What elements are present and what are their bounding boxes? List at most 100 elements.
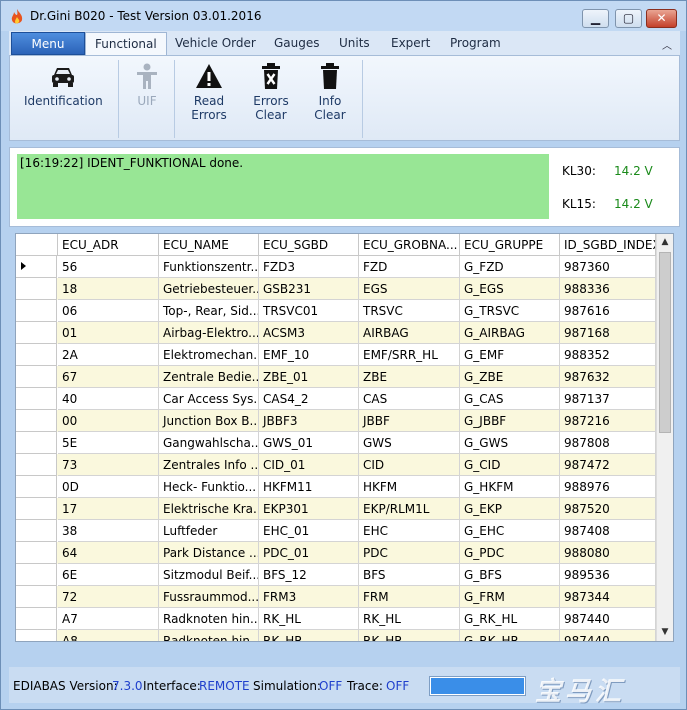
ecu-grobname-cell[interactable]: FZD — [359, 256, 460, 278]
id-sgbd-index-cell[interactable]: 987168 — [560, 322, 656, 344]
row-selector[interactable] — [16, 410, 57, 432]
id-sgbd-index-cell[interactable]: 987440 — [560, 608, 656, 630]
ecu-name-cell[interactable]: Radknoten hin... — [159, 630, 259, 641]
table-row[interactable]: 40 Car Access Sys... CAS4_2 CAS G_CAS 987137 — [16, 388, 656, 410]
ecu-grobname-cell[interactable]: ZBE — [359, 366, 460, 388]
table-row[interactable]: 06 Top-, Rear, Sid... TRSVC01 TRSVC G_TRSVC 9… — [16, 300, 656, 322]
ecu-grobname-cell[interactable]: AIRBAG — [359, 322, 460, 344]
table-row[interactable]: 72 Fussraummod... FRM3 FRM G_FRM 987344 — [16, 586, 656, 608]
row-selector[interactable] — [16, 564, 57, 586]
ecu-sgbd-cell[interactable]: EKP301 — [259, 498, 359, 520]
ecu-gruppe-cell[interactable]: G_AIRBAG — [460, 322, 560, 344]
ecu-adr-cell[interactable]: 00 — [58, 410, 159, 432]
uif-button[interactable]: UIF — [128, 62, 166, 108]
ecu-sgbd-cell[interactable]: ACSM3 — [259, 322, 359, 344]
id-sgbd-index-cell[interactable]: 988352 — [560, 344, 656, 366]
row-selector[interactable] — [16, 630, 57, 641]
id-sgbd-index-cell[interactable]: 987472 — [560, 454, 656, 476]
ecu-adr-cell[interactable]: A7 — [58, 608, 159, 630]
id-sgbd-index-cell[interactable]: 988080 — [560, 542, 656, 564]
ecu-sgbd-cell[interactable]: CID_01 — [259, 454, 359, 476]
ecu-adr-cell[interactable]: 01 — [58, 322, 159, 344]
ecu-grobname-cell[interactable]: GWS — [359, 432, 460, 454]
ecu-grobname-cell[interactable]: HKFM — [359, 476, 460, 498]
ecu-grobname-cell[interactable]: EHC — [359, 520, 460, 542]
errors-clear-button[interactable]: Errors Clear — [249, 62, 293, 122]
ecu-adr-cell[interactable]: 38 — [58, 520, 159, 542]
ecu-gruppe-cell[interactable]: G_CID — [460, 454, 560, 476]
tab-gauges[interactable]: Gauges — [274, 36, 320, 50]
ecu-gruppe-cell[interactable]: G_BFS — [460, 564, 560, 586]
ecu-gruppe-cell[interactable]: G_PDC — [460, 542, 560, 564]
ecu-grobname-cell[interactable]: RK_HR — [359, 630, 460, 641]
ecu-gruppe-cell[interactable]: G_FZD — [460, 256, 560, 278]
row-selector[interactable] — [16, 608, 57, 630]
table-row[interactable]: 01 Airbag-Elektro... ACSM3 AIRBAG G_AIRBAG 98… — [16, 322, 656, 344]
ecu-adr-cell[interactable]: 40 — [58, 388, 159, 410]
ecu-name-cell[interactable]: Junction Box B... — [159, 410, 259, 432]
ecu-sgbd-cell[interactable]: RK_HL — [259, 608, 359, 630]
table-row[interactable]: 56 Funktionszentr... FZD3 FZD G_FZD 987360 — [16, 256, 656, 278]
identification-button[interactable]: Identification — [24, 62, 103, 108]
table-row[interactable]: 0D Heck- Funktio... HKFM11 HKFM G_HKFM 988976 — [16, 476, 656, 498]
ecu-gruppe-cell[interactable]: G_FRM — [460, 586, 560, 608]
ecu-name-cell[interactable]: Elektrische Kra... — [159, 498, 259, 520]
ecu-name-cell[interactable]: Elektromechan... — [159, 344, 259, 366]
id-sgbd-index-cell[interactable]: 987360 — [560, 256, 656, 278]
ecu-grobname-cell[interactable]: EKP/RLM1L — [359, 498, 460, 520]
ecu-gruppe-cell[interactable]: G_ZBE — [460, 366, 560, 388]
row-selector[interactable] — [16, 344, 57, 366]
vertical-scrollbar[interactable]: ▲ ▼ — [656, 234, 673, 641]
ecu-gruppe-cell[interactable]: G_EGS — [460, 278, 560, 300]
ecu-grobname-cell[interactable]: EGS — [359, 278, 460, 300]
header-ecu-name[interactable]: ECU_NAME — [159, 234, 259, 256]
ecu-gruppe-cell[interactable]: G_EHC — [460, 520, 560, 542]
title-bar[interactable]: Dr.Gini B020 - Test Version 03.01.2016 ▁… — [1, 1, 686, 31]
ecu-name-cell[interactable]: Luftfeder — [159, 520, 259, 542]
row-selector[interactable] — [16, 256, 57, 278]
id-sgbd-index-cell[interactable]: 988976 — [560, 476, 656, 498]
id-sgbd-index-cell[interactable]: 987520 — [560, 498, 656, 520]
table-row[interactable]: 00 Junction Box B... JBBF3 JBBF G_JBBF 987216 — [16, 410, 656, 432]
ecu-name-cell[interactable]: Zentrale Bedie... — [159, 366, 259, 388]
ecu-sgbd-cell[interactable]: FZD3 — [259, 256, 359, 278]
ecu-grobname-cell[interactable]: CAS — [359, 388, 460, 410]
ecu-grobname-cell[interactable]: BFS — [359, 564, 460, 586]
ecu-name-cell[interactable]: Sitzmodul Beif... — [159, 564, 259, 586]
ecu-sgbd-cell[interactable]: HKFM11 — [259, 476, 359, 498]
id-sgbd-index-cell[interactable]: 989536 — [560, 564, 656, 586]
ecu-gruppe-cell[interactable]: G_EKP — [460, 498, 560, 520]
ecu-adr-cell[interactable]: 06 — [58, 300, 159, 322]
ecu-adr-cell[interactable]: 6E — [58, 564, 159, 586]
ecu-sgbd-cell[interactable]: TRSVC01 — [259, 300, 359, 322]
tab-functional[interactable]: Functional — [85, 32, 167, 56]
ecu-name-cell[interactable]: Heck- Funktio... — [159, 476, 259, 498]
ecu-name-cell[interactable]: Funktionszentr... — [159, 256, 259, 278]
ecu-grobname-cell[interactable]: CID — [359, 454, 460, 476]
row-selector[interactable] — [16, 542, 57, 564]
ecu-sgbd-cell[interactable]: PDC_01 — [259, 542, 359, 564]
ecu-adr-cell[interactable]: 2A — [58, 344, 159, 366]
ecu-grobname-cell[interactable]: EMF/SRR_HL — [359, 344, 460, 366]
id-sgbd-index-cell[interactable]: 987808 — [560, 432, 656, 454]
tab-vehicle-order[interactable]: Vehicle Order — [175, 36, 256, 50]
menu-button[interactable]: Menu — [11, 32, 85, 55]
ecu-sgbd-cell[interactable]: CAS4_2 — [259, 388, 359, 410]
ecu-gruppe-cell[interactable]: G_RK_HL — [460, 608, 560, 630]
row-selector[interactable] — [16, 300, 57, 322]
ecu-gruppe-cell[interactable]: G_HKFM — [460, 476, 560, 498]
tab-units[interactable]: Units — [339, 36, 370, 50]
ecu-name-cell[interactable]: Zentrales Info ... — [159, 454, 259, 476]
row-selector[interactable] — [16, 498, 57, 520]
ecu-grobname-cell[interactable]: FRM — [359, 586, 460, 608]
table-row[interactable]: 5E Gangwahlscha... GWS_01 GWS G_GWS 987808 — [16, 432, 656, 454]
ecu-grobname-cell[interactable]: PDC — [359, 542, 460, 564]
id-sgbd-index-cell[interactable]: 987440 — [560, 630, 656, 641]
row-selector[interactable] — [16, 278, 57, 300]
close-button[interactable]: ✕ — [646, 9, 677, 28]
table-row[interactable]: 17 Elektrische Kra... EKP301 EKP/RLM1L G_EKP… — [16, 498, 656, 520]
tab-expert[interactable]: Expert — [391, 36, 430, 50]
read-errors-button[interactable]: Read Errors — [188, 62, 230, 122]
ecu-sgbd-cell[interactable]: FRM3 — [259, 586, 359, 608]
ecu-sgbd-cell[interactable]: EMF_10 — [259, 344, 359, 366]
